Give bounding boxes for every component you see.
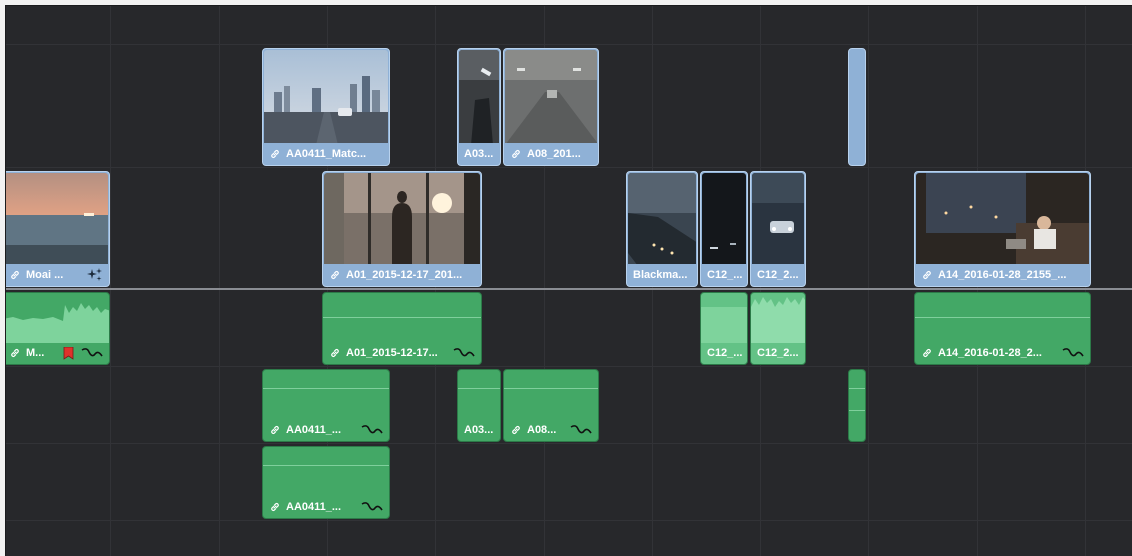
video-clip-a03[interactable]: A03...	[457, 48, 501, 166]
volume-line	[263, 388, 389, 389]
clip-thumbnail	[505, 50, 597, 143]
fx-curve-icon	[361, 424, 383, 436]
clip-name: A01_2015-12-17...	[346, 347, 438, 359]
clip-thumbnail	[324, 173, 480, 264]
video-clip-moai[interactable]: Moai ...	[6, 171, 110, 287]
video-clip-a01[interactable]: A01_2015-12-17_201...	[322, 171, 482, 287]
track-separator	[6, 167, 1132, 168]
clip-thumbnail	[702, 173, 746, 264]
clip-name: A14_2016-01-28_2...	[938, 347, 1042, 359]
link-icon	[9, 347, 21, 359]
clip-thumbnail	[264, 50, 388, 143]
track-separator	[6, 44, 1132, 45]
clip-thumbnail	[916, 173, 1089, 264]
audio-clip-aa0411-2[interactable]: AA0411_...	[262, 446, 390, 519]
link-icon	[510, 424, 522, 436]
link-icon	[921, 347, 933, 359]
clip-name: A08_201...	[527, 148, 581, 160]
link-icon	[269, 148, 281, 160]
video-clip-a14[interactable]: A14_2016-01-28_2155_...	[914, 171, 1091, 287]
fx-curve-icon	[361, 501, 383, 513]
waveform	[751, 297, 805, 343]
grid-line	[219, 6, 220, 556]
track-separator	[6, 443, 1132, 444]
volume-line	[458, 388, 500, 389]
clip-name: Moai ...	[26, 269, 64, 281]
clip-name: A01_2015-12-17_201...	[346, 269, 463, 281]
clip-name: A14_2016-01-28_2155_...	[938, 269, 1067, 281]
clip-thumbnail	[628, 173, 696, 264]
video-clip-c12-a[interactable]: C12_...	[700, 171, 748, 287]
fx-curve-icon	[453, 347, 475, 359]
clip-name: C12_2...	[757, 347, 799, 359]
volume-line	[915, 317, 1090, 318]
video-clip-c12-b[interactable]: C12_2...	[750, 171, 806, 287]
waveform	[701, 307, 747, 343]
clip-thumbnail	[752, 173, 804, 264]
clip-name: Blackma...	[633, 269, 688, 281]
audio-clip-c12-a[interactable]: C12_...	[700, 292, 748, 365]
sparkle-icon	[87, 268, 103, 282]
clip-name: A08...	[527, 424, 557, 436]
audio-clip-a03[interactable]: A03...	[457, 369, 501, 442]
video-clip-aa0411[interactable]: AA0411_Matc...	[262, 48, 390, 166]
link-icon	[269, 501, 281, 513]
link-icon	[510, 148, 522, 160]
volume-line	[323, 317, 481, 318]
grid-line	[868, 6, 869, 556]
clip-thumbnail	[459, 50, 499, 143]
audio-clip-a08[interactable]: A08...	[503, 369, 599, 442]
clip-name: A03...	[464, 148, 494, 160]
link-icon	[269, 424, 281, 436]
clip-name: C12_...	[707, 269, 743, 281]
audio-clip-moai[interactable]: M...	[6, 292, 110, 365]
video-audio-divider	[6, 288, 1132, 290]
audio-clip-short[interactable]	[848, 369, 866, 442]
volume-line	[849, 410, 865, 411]
fx-curve-icon	[1062, 347, 1084, 359]
video-clip-short[interactable]	[848, 48, 866, 166]
clip-name: M...	[26, 347, 45, 359]
volume-line	[504, 388, 598, 389]
video-clip-blackmagic[interactable]: Blackma...	[626, 171, 698, 287]
volume-line	[849, 388, 865, 389]
video-clip-a08[interactable]: A08_201...	[503, 48, 599, 166]
audio-clip-a14[interactable]: A14_2016-01-28_2...	[914, 292, 1091, 365]
timeline[interactable]: AA0411_Matc... A03... A08_201... Moai ..…	[5, 5, 1132, 556]
clip-name: AA0411_...	[286, 501, 342, 513]
audio-clip-aa0411[interactable]: AA0411_...	[262, 369, 390, 442]
audio-clip-c12-b[interactable]: C12_2...	[750, 292, 806, 365]
link-icon	[921, 269, 933, 281]
clip-name: C12_...	[707, 347, 743, 359]
track-separator	[6, 366, 1132, 367]
clip-name: AA0411_...	[286, 424, 342, 436]
waveform	[6, 303, 109, 343]
clip-name: C12_2...	[757, 269, 799, 281]
link-icon	[9, 269, 21, 281]
marker-flag-icon[interactable]	[63, 346, 74, 360]
fx-curve-icon	[570, 424, 592, 436]
audio-clip-a01[interactable]: A01_2015-12-17...	[322, 292, 482, 365]
clip-name: A03...	[464, 424, 494, 436]
clip-thumbnail	[6, 173, 108, 264]
track-separator	[6, 520, 1132, 521]
link-icon	[329, 347, 341, 359]
grid-line	[110, 6, 111, 556]
link-icon	[329, 269, 341, 281]
fx-curve-icon	[81, 347, 103, 359]
volume-line	[263, 465, 389, 466]
clip-name: AA0411_Matc...	[286, 148, 367, 160]
